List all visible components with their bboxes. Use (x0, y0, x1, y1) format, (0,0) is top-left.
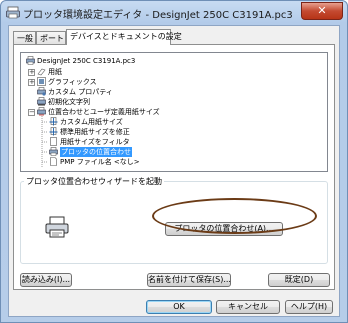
plotter-app-icon (6, 6, 20, 19)
init-string-icon (37, 97, 46, 106)
tree-item-label: 用紙 (48, 68, 62, 76)
tab-device-document-settings[interactable]: デバイスとドキュメントの設定 (66, 29, 182, 45)
plotter-calibration-icon (49, 147, 58, 156)
tree-item-label: 用紙サイズをフィルタ (60, 138, 130, 146)
close-button[interactable]: ✕ (301, 2, 343, 20)
expand-graphics-icon[interactable]: + (28, 79, 35, 86)
plotter-icon (26, 56, 35, 65)
tree-item-label: プロッタの位置合わせ (60, 147, 132, 157)
pmp-file-icon (50, 157, 57, 166)
modify-size-icon (49, 127, 58, 136)
settings-tree[interactable]: DesignJet 250C C3191A.pc3 + 用紙 + グラフィックス… (20, 52, 328, 172)
properties-icon (37, 87, 46, 96)
ok-button[interactable]: OK (146, 300, 212, 314)
tab-general[interactable]: 一般 (13, 31, 36, 44)
device-settings-panel: DesignJet 250C C3191A.pc3 + 用紙 + グラフィックス… (13, 44, 335, 290)
close-icon: ✕ (317, 4, 327, 17)
tab-ports[interactable]: ポート (36, 31, 66, 44)
tree-item-label: 位置合わせとユーザ定義用紙サイズ (48, 108, 160, 116)
tree-connector-lines (41, 116, 48, 167)
window-title: プロッタ環境設定エディタ - DesignJet 250C C3191A.pc3 (23, 10, 293, 21)
tree-item-label: 標準用紙サイズを修正 (60, 128, 130, 136)
save-as-button[interactable]: 名前を付けて保存(S)... (147, 273, 231, 287)
calibration-icon (37, 107, 46, 116)
tree-item-label: PMP ファイル名 <なし> (60, 158, 140, 166)
import-button[interactable]: 読み込み(I)... (20, 273, 72, 287)
defaults-button[interactable]: 既定(D) (268, 273, 330, 287)
filter-icon (50, 137, 57, 146)
custom-size-icon (49, 117, 58, 126)
graphics-icon (37, 77, 46, 86)
tree-root-label: DesignJet 250C C3191A.pc3 (37, 57, 136, 65)
group-label: プロッタ位置合わせウィザードを起動 (24, 176, 164, 187)
tree-item-label: グラフィックス (48, 78, 97, 86)
plotter-config-editor-window: プロッタ環境設定エディタ - DesignJet 250C C3191A.pc3… (0, 0, 348, 323)
tree-item-label: カスタム用紙サイズ (60, 118, 123, 126)
cancel-button[interactable]: キャンセル (216, 300, 280, 314)
annotation-highlight-oval (152, 198, 317, 234)
tree-item-label: カスタム プロパティ (48, 88, 113, 96)
plotter-icon (45, 216, 69, 238)
help-button[interactable]: ヘルプ(H) (285, 300, 333, 314)
title-bar[interactable]: プロッタ環境設定エディタ - DesignJet 250C C3191A.pc3… (1, 1, 347, 25)
expand-paper-icon[interactable]: + (28, 69, 35, 76)
tree-item-label: 初期化文字列 (48, 98, 90, 106)
dialog-body: 一般 ポート デバイスとドキュメントの設定 DesignJet 250C C31… (8, 25, 340, 317)
paper-icon (37, 68, 46, 76)
collapse-calibration-icon[interactable]: − (28, 109, 35, 116)
